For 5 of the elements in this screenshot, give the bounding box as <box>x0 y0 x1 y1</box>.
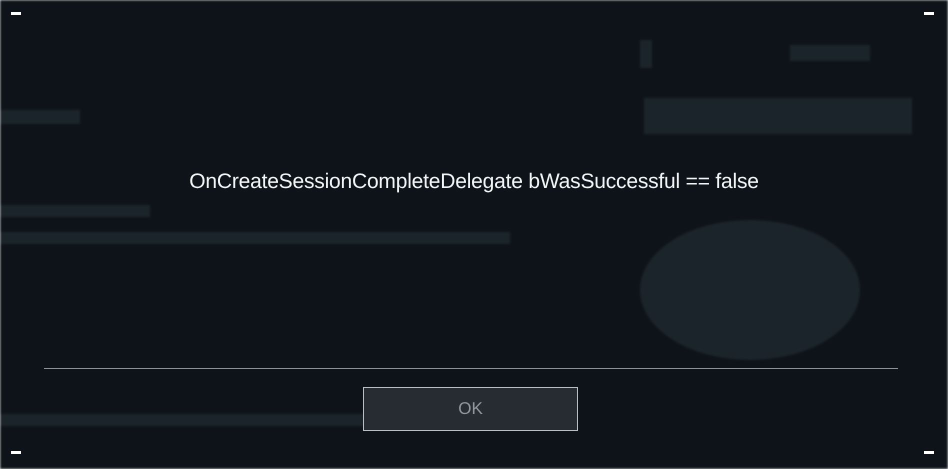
corner-mark <box>924 451 934 454</box>
corner-mark <box>924 12 934 15</box>
corner-mark <box>11 451 21 454</box>
corner-mark <box>11 12 21 15</box>
error-message: OnCreateSessionCompleteDelegate bWasSuccessful == false <box>189 170 759 194</box>
